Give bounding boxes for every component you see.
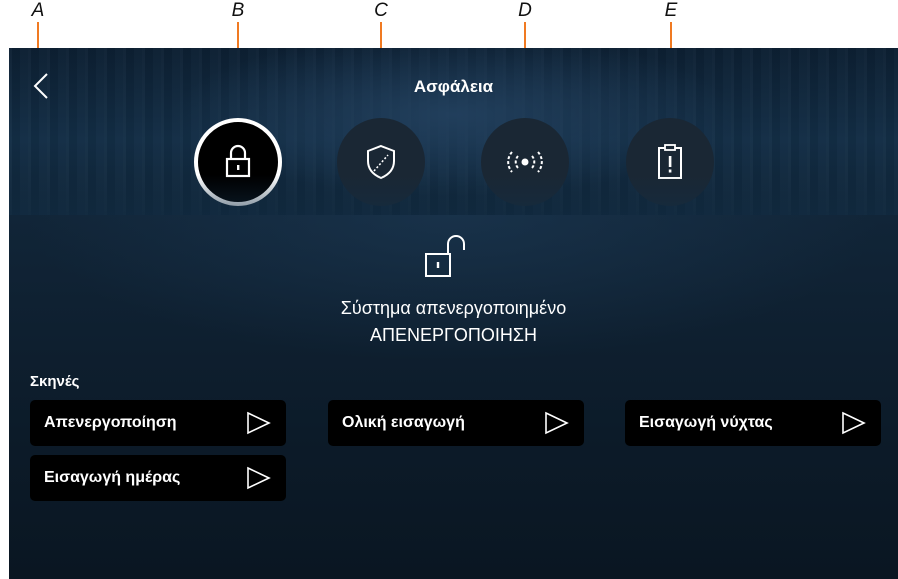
callout-a: A bbox=[31, 0, 45, 21]
callout-b: B bbox=[231, 0, 245, 21]
main-panel: Σύστημα απενεργοποιημένο ΑΠΕΝΕΡΓΟΠΟΙΗΣΗ … bbox=[9, 215, 898, 579]
clipboard-alert-icon bbox=[658, 144, 682, 179]
tab-lock[interactable] bbox=[194, 118, 282, 206]
security-screen: Ασφάλεια Σύστημα απενεργοποιημένο ΑΠΕΝΕΡ… bbox=[9, 48, 898, 579]
header: Ασφάλεια bbox=[9, 48, 898, 215]
scene-button-day-arm[interactable]: Εισαγωγή ημέρας bbox=[30, 455, 286, 501]
callout-c: C bbox=[374, 0, 388, 21]
play-icon bbox=[842, 411, 866, 435]
callout-d: D bbox=[518, 0, 532, 21]
page-title: Ασφάλεια bbox=[413, 77, 494, 96]
unlocked-padlock-icon bbox=[425, 235, 465, 277]
play-icon bbox=[545, 411, 569, 435]
play-icon bbox=[247, 466, 271, 490]
status-icon-wrap bbox=[423, 232, 469, 285]
scenes-heading: Σκηνές bbox=[30, 373, 80, 390]
scene-button-total-arm[interactable]: Ολική εισαγωγή bbox=[328, 400, 584, 446]
shield-icon bbox=[367, 144, 395, 180]
play-icon bbox=[247, 411, 271, 435]
callout-e: E bbox=[664, 0, 678, 21]
scene-label: Ολική εισαγωγή bbox=[342, 414, 465, 431]
scene-label: Εισαγωγή ημέρας bbox=[44, 469, 181, 486]
signal-icon bbox=[507, 151, 543, 173]
padlock-icon bbox=[225, 144, 251, 178]
tab-zones[interactable] bbox=[337, 118, 425, 206]
status-line-1: Σύστημα απενεργοποιημένο bbox=[340, 298, 567, 318]
tab-sensors[interactable] bbox=[481, 118, 569, 206]
scene-label: Εισαγωγή νύχτας bbox=[639, 414, 773, 431]
tab-events[interactable] bbox=[626, 118, 714, 206]
status-line-2: ΑΠΕΝΕΡΓΟΠΟΙΗΣΗ bbox=[369, 325, 538, 345]
scene-label: Απενεργοποίηση bbox=[44, 414, 177, 431]
scene-button-deactivate[interactable]: Απενεργοποίηση bbox=[30, 400, 286, 446]
scene-button-night-arm[interactable]: Εισαγωγή νύχτας bbox=[625, 400, 881, 446]
